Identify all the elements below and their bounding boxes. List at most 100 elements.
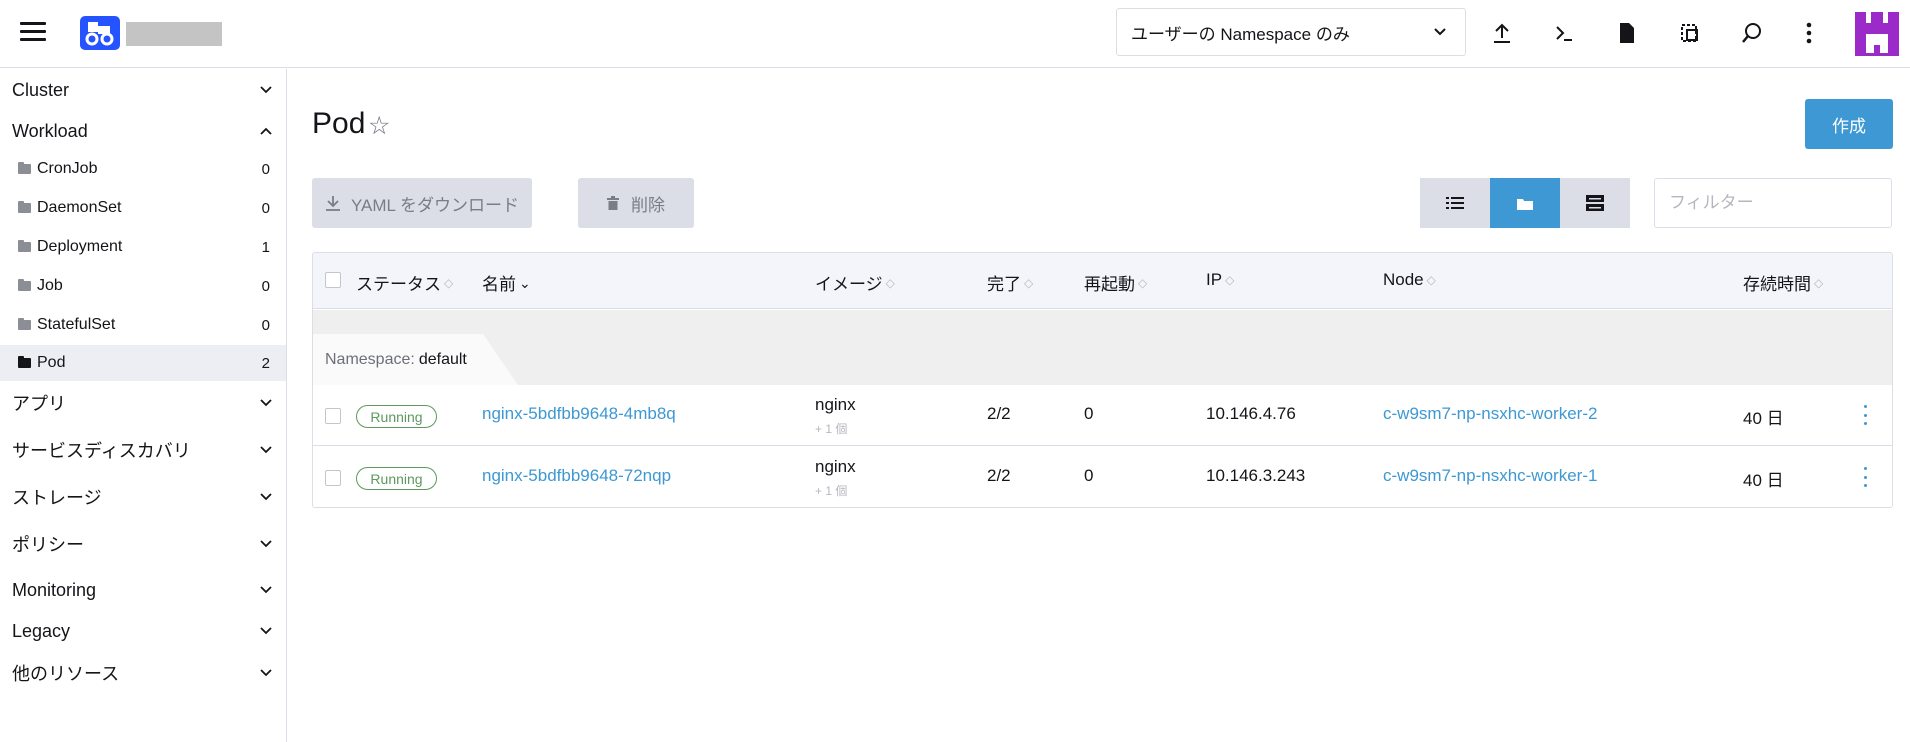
sidebar-item-label: CronJob	[37, 160, 98, 177]
sort-icon: ◇	[1426, 273, 1436, 287]
column-header-status[interactable]: ステータス ◇	[356, 270, 453, 295]
list-view-icon[interactable]	[1420, 178, 1490, 228]
sidebar-item-label: DaemonSet	[37, 199, 122, 216]
column-label: 再起動	[1084, 275, 1135, 294]
terminal-icon[interactable]	[1549, 18, 1579, 48]
menu-icon[interactable]	[20, 22, 46, 42]
sidebar-group-apps[interactable]: アプリ	[0, 386, 286, 420]
namespace-filter-select[interactable]: ユーザーの Namespace のみ	[1116, 8, 1466, 56]
row-actions-icon[interactable]	[1862, 405, 1868, 425]
filter-input[interactable]	[1654, 178, 1892, 228]
node-link[interactable]: c-w9sm7-np-nsxhc-worker-1	[1383, 466, 1597, 486]
pod-name-link[interactable]: nginx-5bdfbb9648-4mb8q	[482, 404, 676, 424]
ip-value: 10.146.4.76	[1206, 404, 1296, 423]
column-header-age[interactable]: 存続時間 ◇	[1743, 270, 1823, 295]
download-yaml-button[interactable]: YAML をダウンロード	[312, 178, 532, 228]
top-bar: ユーザーの Namespace のみ	[0, 0, 1910, 68]
table-row: Running nginx-5bdfbb9648-72nqp nginx + 1…	[313, 447, 1892, 507]
group-view-icon[interactable]	[1560, 178, 1630, 228]
chevron-down-icon	[260, 446, 272, 454]
column-label: IP	[1206, 270, 1223, 289]
chevron-down-icon	[260, 540, 272, 548]
star-icon[interactable]: ☆	[368, 111, 390, 141]
sidebar-item-daemonset[interactable]: DaemonSet 0	[0, 190, 286, 226]
folder-icon	[18, 162, 31, 174]
column-header-node[interactable]: Node ◇	[1383, 270, 1436, 290]
file-icon[interactable]	[1612, 18, 1642, 48]
folder-icon	[18, 279, 31, 291]
upload-icon[interactable]	[1487, 18, 1517, 48]
sidebar-item-deployment[interactable]: Deployment 1	[0, 229, 286, 265]
sidebar-group-label: ポリシー	[12, 535, 84, 555]
row-checkbox[interactable]	[325, 408, 341, 424]
folder-icon	[18, 318, 31, 330]
sort-icon: ◇	[885, 275, 895, 290]
sidebar-group-label: Workload	[12, 120, 88, 141]
sidebar-group-label: Monitoring	[12, 579, 97, 600]
sort-icon: ◇	[1024, 275, 1034, 290]
column-header-name[interactable]: 名前 ⌄	[482, 270, 531, 295]
sidebar-item-statefulset[interactable]: StatefulSet 0	[0, 307, 286, 343]
create-button[interactable]: 作成	[1805, 99, 1893, 149]
ready-value: 2/2	[987, 404, 1011, 423]
app-logo[interactable]	[80, 16, 120, 50]
page-title: Pod	[312, 107, 366, 140]
node-link[interactable]: c-w9sm7-np-nsxhc-worker-2	[1383, 404, 1597, 424]
column-label: Node	[1383, 270, 1424, 289]
copy-icon[interactable]	[1675, 18, 1705, 48]
delete-button[interactable]: 削除	[578, 178, 694, 228]
sidebar-group-workload[interactable]: Workload	[0, 114, 286, 148]
sidebar: Cluster Workload CronJob 0 DaemonSet 0 D…	[0, 69, 287, 742]
sidebar-item-pod[interactable]: Pod 2	[0, 345, 286, 381]
folder-icon	[18, 356, 31, 368]
chevron-down-icon	[260, 586, 272, 594]
sidebar-group-more-resources[interactable]: 他のリソース	[0, 656, 286, 690]
column-header-image[interactable]: イメージ ◇	[815, 270, 895, 295]
sort-icon: ◇	[1225, 273, 1235, 287]
sidebar-item-count: 0	[261, 316, 270, 334]
age-value: 40 日	[1743, 471, 1784, 490]
sidebar-group-storage[interactable]: ストレージ	[0, 480, 286, 514]
folder-icon	[18, 201, 31, 213]
folder-view-icon[interactable]	[1490, 178, 1560, 228]
sidebar-item-label: StatefulSet	[37, 316, 116, 333]
image-name: nginx	[815, 457, 856, 476]
row-checkbox[interactable]	[325, 470, 341, 486]
sidebar-group-legacy[interactable]: Legacy	[0, 614, 286, 648]
status-badge: Running	[356, 405, 437, 428]
download-yaml-label: YAML をダウンロード	[350, 195, 520, 215]
column-header-ready[interactable]: 完了 ◇	[987, 270, 1033, 295]
search-icon[interactable]	[1737, 18, 1767, 48]
pod-name-link[interactable]: nginx-5bdfbb9648-72nqp	[482, 466, 671, 486]
main-content: Pod ☆ 作成 YAML をダウンロード 削除 ステータス◇ 名前⌄ イメージ…	[288, 69, 1910, 742]
more-icon[interactable]	[1794, 18, 1824, 48]
sidebar-group-label: サービスディスカバリ	[12, 441, 191, 461]
sidebar-item-count: 0	[261, 160, 270, 178]
column-label: 名前	[482, 275, 516, 294]
column-label: イメージ	[815, 275, 883, 294]
select-all-checkbox[interactable]	[325, 272, 341, 288]
chevron-down-icon	[260, 669, 272, 677]
sidebar-item-cronjob[interactable]: CronJob 0	[0, 151, 286, 187]
restarts-value: 0	[1084, 404, 1094, 423]
chevron-down-icon	[260, 627, 272, 635]
sidebar-item-count: 1	[261, 238, 270, 256]
sidebar-group-policy[interactable]: ポリシー	[0, 527, 286, 561]
sidebar-item-label: Job	[37, 277, 63, 294]
user-avatar[interactable]	[1855, 12, 1899, 56]
sidebar-group-cluster[interactable]: Cluster	[0, 73, 286, 107]
trash-icon	[607, 196, 619, 210]
sort-icon: ◇	[1138, 275, 1148, 290]
sidebar-item-job[interactable]: Job 0	[0, 268, 286, 304]
namespace-group-label: Namespace:	[325, 350, 415, 368]
image-name: nginx	[815, 395, 856, 414]
column-header-ip[interactable]: IP ◇	[1206, 270, 1234, 290]
column-header-restarts[interactable]: 再起動 ◇	[1084, 270, 1147, 295]
sidebar-group-monitoring[interactable]: Monitoring	[0, 573, 286, 607]
row-actions-icon[interactable]	[1862, 467, 1868, 487]
chevron-down-icon	[1434, 28, 1446, 36]
image-more: + 1 個	[815, 422, 848, 436]
sidebar-group-service-discovery[interactable]: サービスディスカバリ	[0, 433, 286, 467]
delete-label: 削除	[631, 195, 665, 215]
restarts-value: 0	[1084, 466, 1094, 485]
